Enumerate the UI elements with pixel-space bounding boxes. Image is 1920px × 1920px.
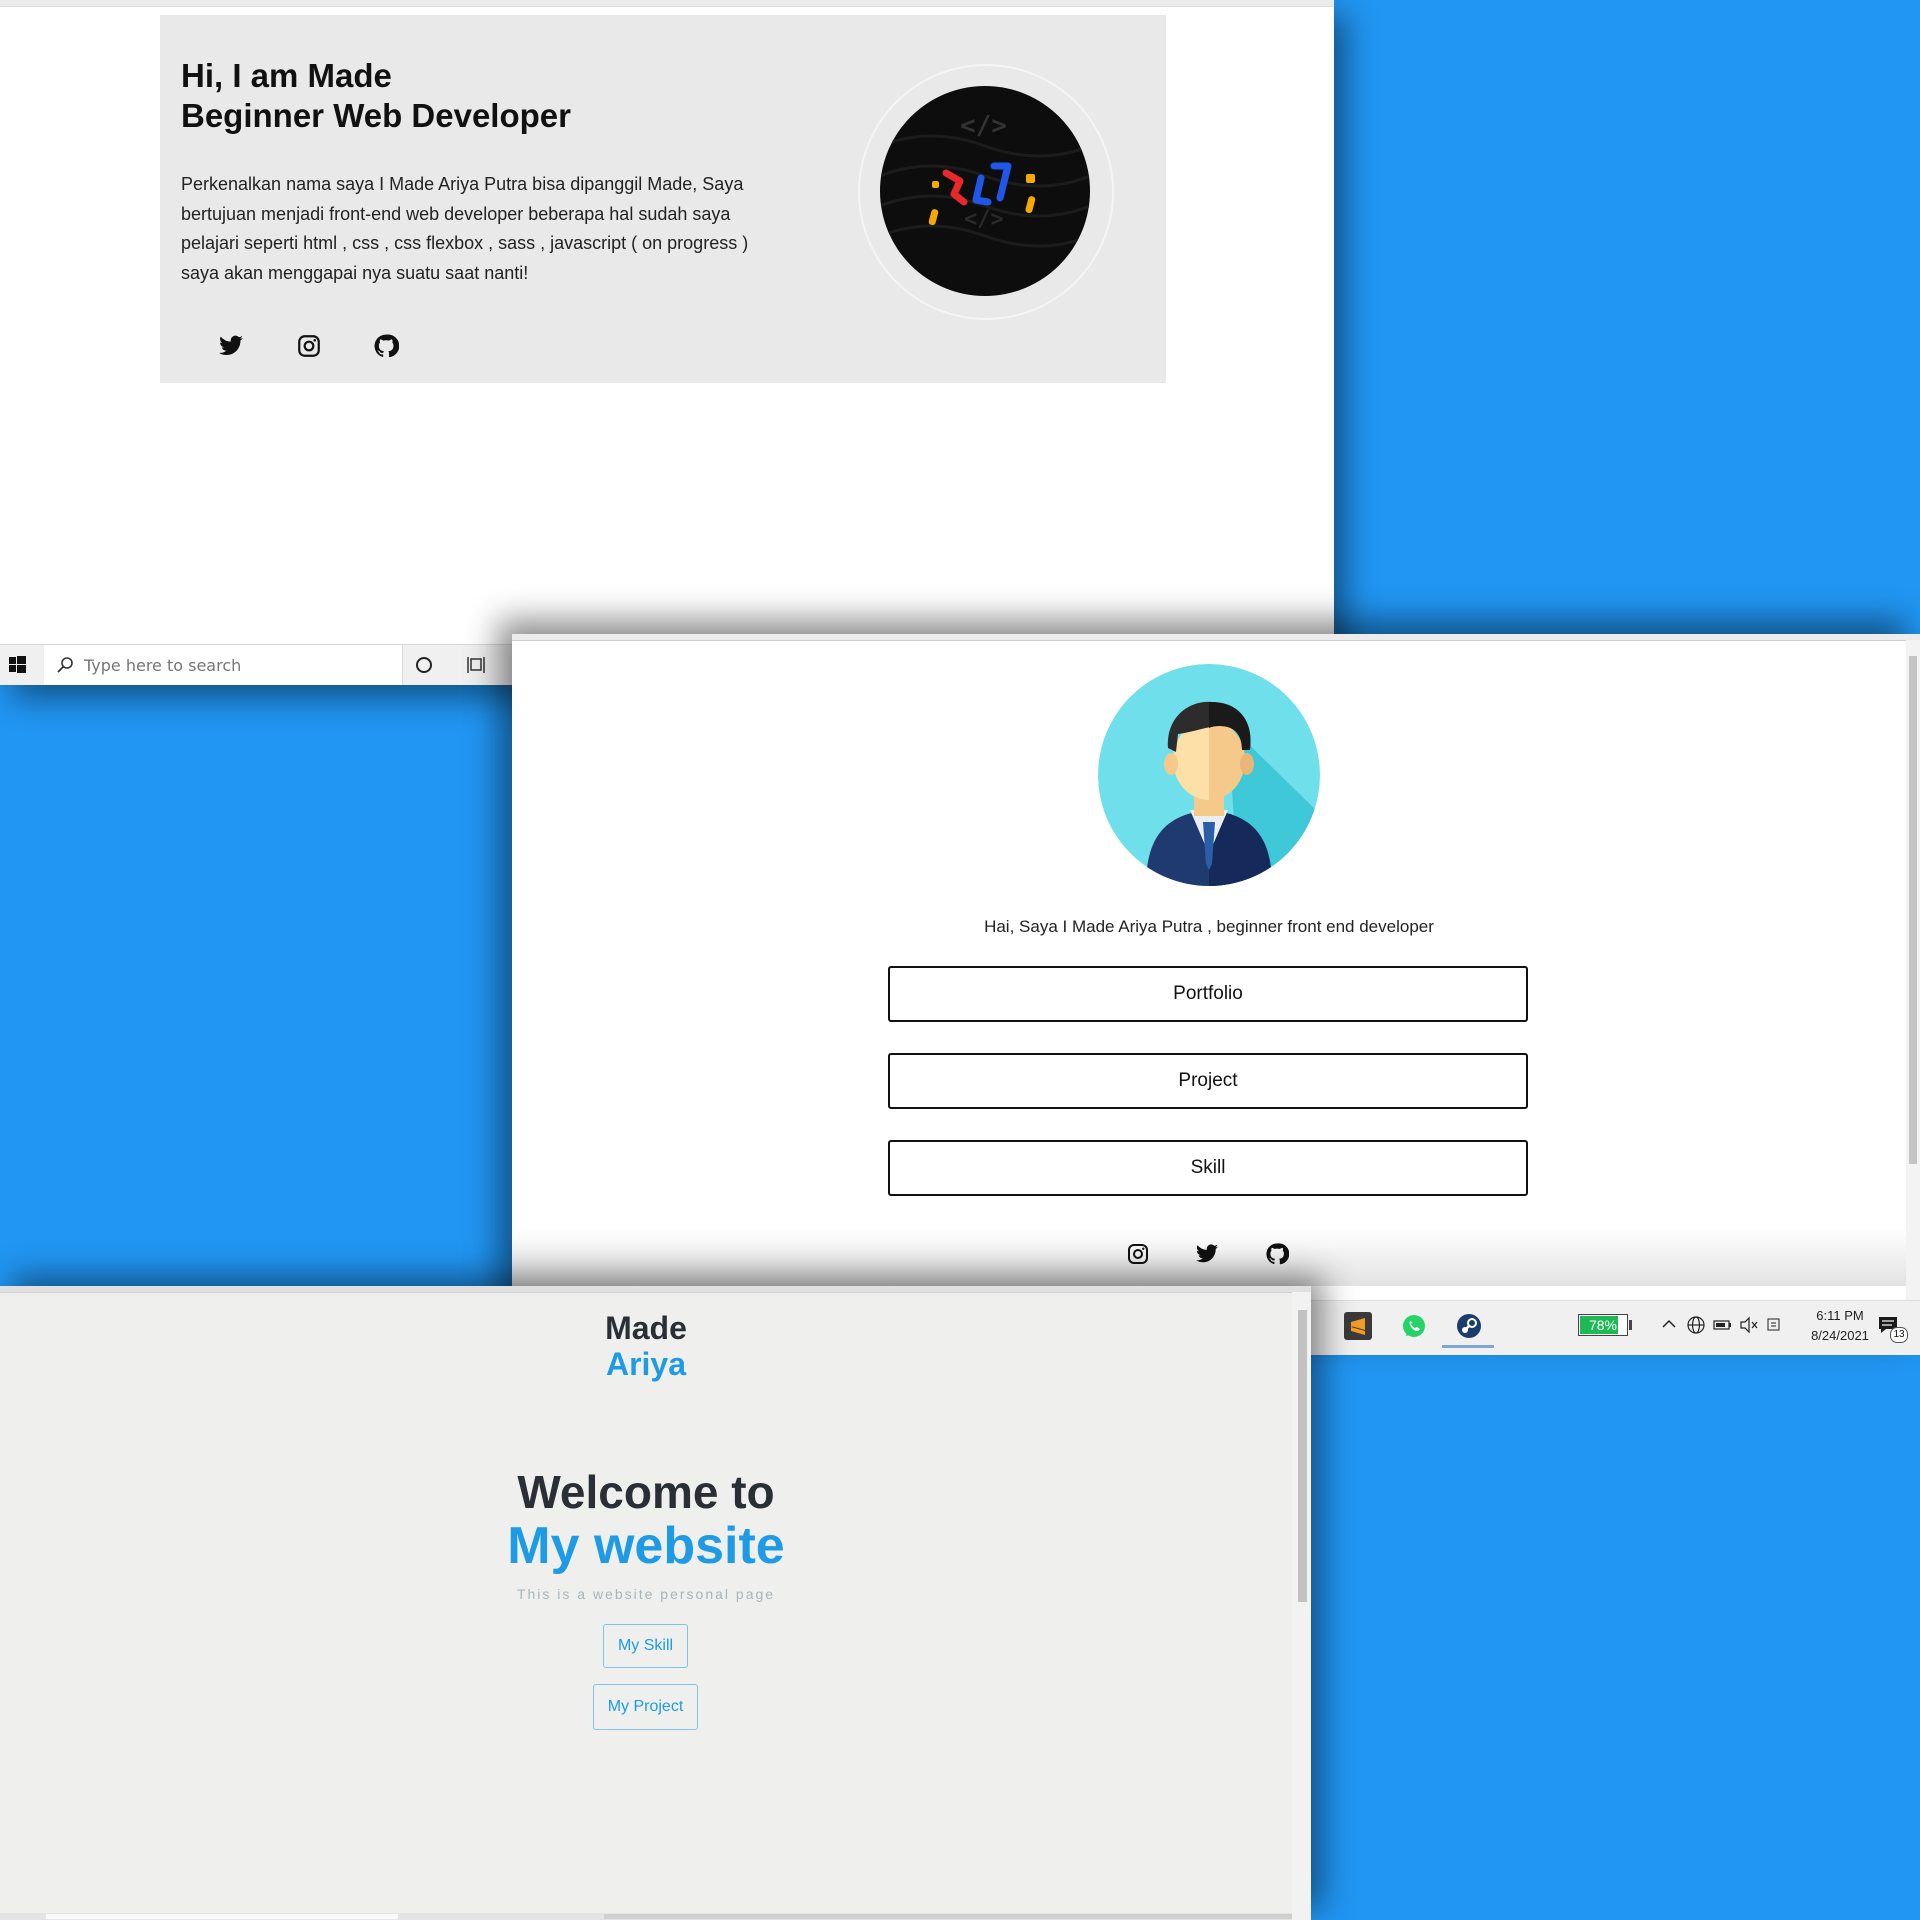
volume-muted-icon[interactable] <box>1739 1315 1759 1335</box>
hero-description: Perkenalkan nama saya I Made Ariya Putra… <box>181 174 749 283</box>
tagline: This is a website personal page <box>516 1586 776 1602</box>
search-icon <box>56 656 74 674</box>
avatar <box>1098 664 1320 886</box>
brand-line2: Ariya <box>605 1346 687 1382</box>
welcome-line1: Welcome to <box>517 1466 775 1518</box>
cortana-icon[interactable] <box>412 653 436 677</box>
battery-icon[interactable] <box>1713 1316 1733 1334</box>
brand-line1: Made <box>605 1310 687 1346</box>
globe-icon[interactable] <box>1686 1315 1706 1335</box>
task-view-icon[interactable] <box>464 653 488 677</box>
site-brand[interactable]: Made Ariya <box>0 1310 1292 1382</box>
chevron-up-icon[interactable] <box>1660 1315 1678 1333</box>
notification-center-icon[interactable]: 13 <box>1876 1313 1908 1343</box>
taskbar-search-box[interactable] <box>44 645 403 685</box>
hero-title-line1: Hi, I am Made <box>181 57 392 94</box>
my-project-button[interactable]: My Project <box>593 1684 698 1730</box>
svg-text:</>: </> <box>964 207 1004 232</box>
scrollbar-thumb[interactable] <box>1909 656 1917 1164</box>
welcome-line2: My website <box>507 1517 785 1575</box>
welcome-heading: Welcome to My website <box>0 1466 1292 1574</box>
instagram-icon[interactable] <box>1126 1242 1154 1270</box>
input-indicator-icon[interactable] <box>1765 1315 1785 1335</box>
active-app-indicator <box>1442 1345 1494 1348</box>
portfolio-button[interactable]: Portfolio <box>888 966 1528 1022</box>
intro-text: Hai, Saya I Made Ariya Putra , beginner … <box>984 917 1434 936</box>
hero-title: Hi, I am Made Beginner Web Developer <box>181 56 571 136</box>
battery-percent: 78% <box>1588 1317 1618 1333</box>
my-skill-button[interactable]: My Skill <box>603 1624 688 1668</box>
browser-window-welcome: Made Ariya Welcome to My website This is… <box>0 1286 1311 1920</box>
battery-tip <box>1629 1320 1632 1330</box>
window-top-border <box>0 1286 1311 1293</box>
whatsapp-icon[interactable] <box>1400 1312 1428 1340</box>
project-button[interactable]: Project <box>888 1053 1528 1109</box>
scrollbar-thumb[interactable] <box>1298 1310 1307 1602</box>
steam-icon[interactable] <box>1455 1312 1483 1340</box>
hero-title-line2: Beginner Web Developer <box>181 97 571 134</box>
clock-time: 6:11 PM <box>1816 1308 1864 1323</box>
twitter-icon[interactable] <box>1195 1242 1223 1270</box>
twitter-icon[interactable] <box>218 333 248 363</box>
window-top-border <box>0 0 1334 7</box>
github-icon[interactable] <box>373 333 403 363</box>
skill-button[interactable]: Skill <box>888 1140 1528 1196</box>
clock[interactable]: 6:11 PM 8/24/2021 <box>1795 1306 1885 1346</box>
sublime-text-icon[interactable] <box>1344 1312 1372 1340</box>
search-input[interactable] <box>84 656 384 675</box>
instagram-icon[interactable] <box>296 333 326 363</box>
clock-date: 8/24/2021 <box>1811 1328 1869 1343</box>
window-top-border <box>512 634 1920 641</box>
vertical-scrollbar[interactable] <box>1906 640 1920 1300</box>
notification-count-badge: 13 <box>1890 1327 1908 1343</box>
footer-social-bar <box>512 1228 1906 1286</box>
horizontal-scrollbar[interactable] <box>0 1913 1292 1920</box>
svg-text:</>: </> <box>960 111 1007 141</box>
scrollbar-thumb[interactable] <box>46 1914 398 1919</box>
browser-window-portfolio-hero: Hi, I am Made Beginner Web Developer Per… <box>0 0 1334 685</box>
battery-indicator[interactable]: 78% <box>1578 1314 1628 1336</box>
browser-window-linktree: Hai, Saya I Made Ariya Putra , beginner … <box>512 634 1920 1355</box>
vertical-scrollbar[interactable] <box>1292 1292 1311 1920</box>
hero-card: Hi, I am Made Beginner Web Developer Per… <box>160 15 1166 383</box>
windows-taskbar-left <box>0 644 512 685</box>
github-icon[interactable] <box>1265 1242 1293 1270</box>
windows-start-icon[interactable] <box>0 645 44 685</box>
scrollbar-track-segment <box>604 1914 1292 1919</box>
code-logo-icon: </> </> <box>880 86 1090 296</box>
